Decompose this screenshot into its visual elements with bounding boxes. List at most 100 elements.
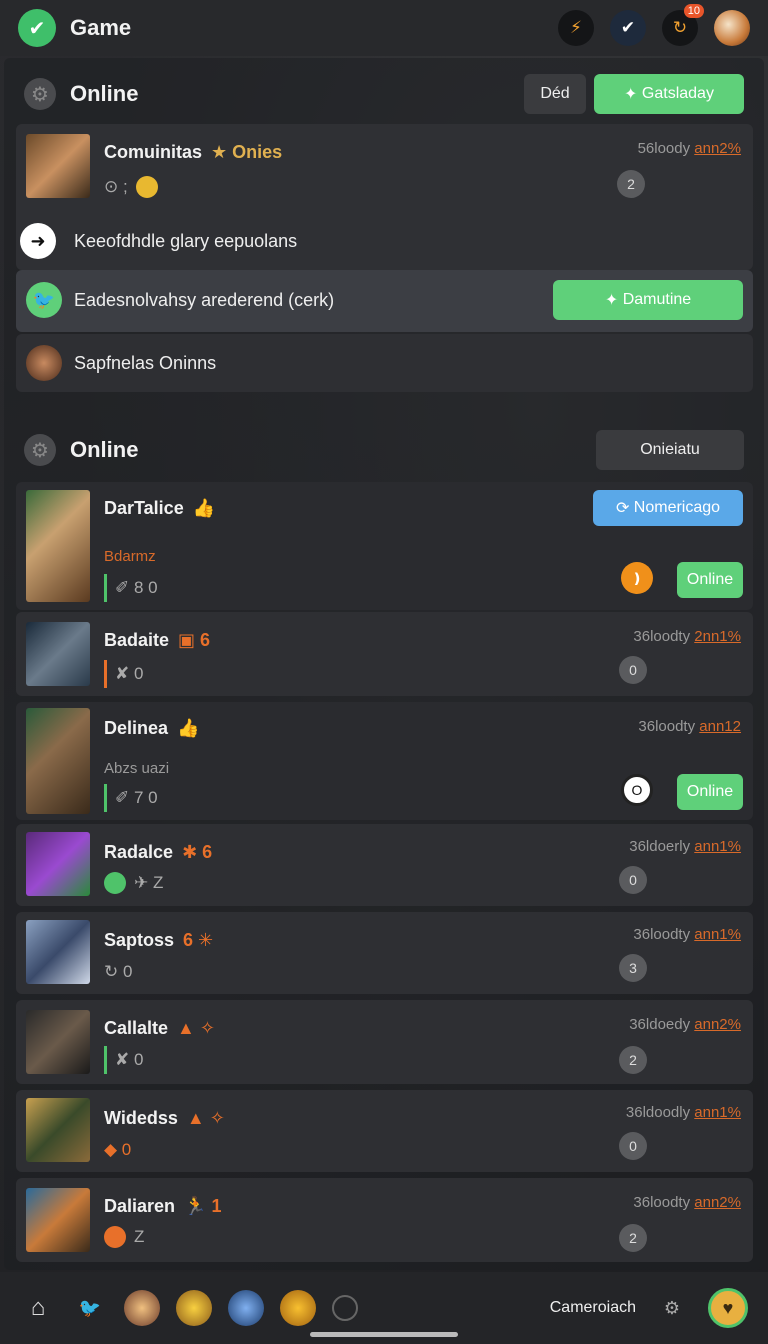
featured-status-link[interactable]: ann2% xyxy=(694,140,741,157)
avatar-1[interactable] xyxy=(124,1290,160,1326)
top-icons: ⚡ ✔ ↻ 10 xyxy=(558,4,750,46)
gear-icon[interactable]: ⚙ xyxy=(24,434,56,466)
player-card[interactable]: Widedss ▲ ✧ ◆ 0 36ldoodly ann1% 0 xyxy=(16,1090,753,1172)
player-name: Daliaren 🏃 1 xyxy=(104,1196,222,1217)
list-row[interactable]: Sapfnelas Oninns xyxy=(16,334,753,392)
player-card[interactable]: Saptoss 6 ✳ ↻ 0 36loodty ann1% 3 xyxy=(16,912,753,994)
home-icon[interactable]: ⌂ xyxy=(20,1290,56,1326)
bird-icon[interactable]: 🐦 xyxy=(72,1290,108,1326)
section-title: Online xyxy=(70,81,139,106)
player-card[interactable]: Delinea 👍 Abzs uazi ✐ 7 0 36loodty ann12… xyxy=(16,702,753,820)
player-thumbnail xyxy=(26,622,90,686)
featured-circle[interactable]: 2 xyxy=(617,170,645,198)
player-meta-text: ◆ 0 xyxy=(104,1140,132,1159)
section-title: Online xyxy=(70,437,139,462)
player-status-link[interactable]: ann2% xyxy=(694,1016,741,1033)
home-indicator xyxy=(310,1332,458,1337)
avatar-4[interactable] xyxy=(280,1290,316,1326)
online-button[interactable]: Online xyxy=(677,562,743,598)
player-status-text: 36ldoerly xyxy=(629,838,691,855)
player-card[interactable]: Callalte ▲ ✧ ✘ 0 36ldoedy ann2% 2 xyxy=(16,1000,753,1084)
player-circle[interactable]: 0 xyxy=(619,866,647,894)
player-status: 36loodty 2nn1% xyxy=(633,628,741,645)
player-subtitle: Abzs uazi xyxy=(104,760,170,777)
player-card[interactable]: Daliaren 🏃 1 Z 36loodty ann2% 2 xyxy=(16,1178,753,1262)
player-circle[interactable]: 2 xyxy=(619,1046,647,1074)
secondary-button[interactable]: Déd xyxy=(524,74,586,114)
refresh-icon: ⟳ xyxy=(615,500,634,517)
featured-meta: ⊙ ; xyxy=(104,176,158,198)
online-button[interactable]: Online xyxy=(677,774,743,810)
player-flair: 👍 xyxy=(177,718,200,738)
player-name-text: Delinea xyxy=(104,718,169,738)
gear-icon[interactable]: ⚙ xyxy=(24,78,56,110)
refresh-icon[interactable]: ↻ 10 xyxy=(662,4,704,46)
player-flair: 6 ✳ xyxy=(183,930,214,950)
orange-dot-icon xyxy=(104,1226,126,1248)
player-status-text: 36loodty xyxy=(638,718,696,735)
nomericago-button[interactable]: ⟳ Nomericago xyxy=(593,490,743,526)
avatar-3[interactable] xyxy=(228,1290,264,1326)
player-status: 36ldoedy ann2% xyxy=(629,1016,741,1033)
player-status-text: 36ldoodly xyxy=(625,1104,691,1121)
green-dot-icon xyxy=(104,872,126,894)
gear-icon[interactable]: ⚙ xyxy=(654,1290,690,1326)
player-status-link[interactable]: ann1% xyxy=(694,838,741,855)
player-name: DarTalice 👍 xyxy=(104,498,215,519)
featured-flair: ★ Onies xyxy=(211,142,283,162)
player-circle[interactable]: 3 xyxy=(619,954,647,982)
player-name: Saptoss 6 ✳ xyxy=(104,930,213,951)
player-name: Delinea 👍 xyxy=(104,718,199,739)
player-name-text: DarTalice xyxy=(104,498,184,518)
player-card[interactable]: Radalce ✱ 6 ✈ Z 36ldoerly ann1% 0 xyxy=(16,824,753,906)
player-name-text: Widedss xyxy=(104,1108,178,1128)
player-status-link[interactable]: ann1% xyxy=(694,1104,741,1121)
checkmark-icon[interactable]: ✔ xyxy=(610,10,646,46)
player-name: Badaite ▣ 6 xyxy=(104,630,210,651)
player-name-text: Badaite xyxy=(104,630,170,650)
player-meta-text: ✘ 0 xyxy=(115,664,144,683)
player-circle[interactable]: 0 xyxy=(619,656,647,684)
player-flair: 🏃 1 xyxy=(184,1196,222,1216)
featured-meta-counts: ⊙ ; xyxy=(104,177,128,196)
player-status-link[interactable]: ann2% xyxy=(694,1194,741,1211)
player-meta-text: ✘ 0 xyxy=(115,1050,144,1069)
lightning-icon[interactable]: ⚡ xyxy=(558,10,594,46)
player-flair: ▲ ✧ xyxy=(177,1018,215,1038)
player-circle[interactable]: 2 xyxy=(619,1224,647,1252)
player-status-link[interactable]: ann1% xyxy=(694,926,741,943)
player-flair: 👍 xyxy=(192,498,216,518)
player-name-text: Callalte xyxy=(104,1018,169,1038)
featured-status: 56loody ann2% xyxy=(638,140,741,157)
player-status: 36ldoerly ann1% xyxy=(629,838,741,855)
player-card[interactable]: Badaite ▣ 6 ✘ 0 36loodty 2nn1% 0 xyxy=(16,612,753,696)
circle-icon[interactable] xyxy=(332,1295,358,1321)
filter-button[interactable]: Onieiatu xyxy=(596,430,744,470)
player-circle[interactable]: 0 xyxy=(619,1132,647,1160)
bottom-label[interactable]: Cameroiach xyxy=(550,1299,636,1317)
player-status: 36ldoodly ann1% xyxy=(626,1104,741,1121)
nomericago-label: Nomericago xyxy=(633,499,721,516)
player-card[interactable]: DarTalice 👍 Bdarmz ✐ 8 0 ⟳ Nomericago ❫ … xyxy=(16,482,753,610)
section-actions: Déd ✦ Gatsladay xyxy=(524,74,744,114)
player-status-link[interactable]: 2nn1% xyxy=(694,628,741,645)
heart-icon[interactable]: ♥ xyxy=(708,1288,748,1328)
player-circle[interactable]: O xyxy=(621,774,653,806)
player-status-text: 36loodty xyxy=(633,628,691,645)
player-thumbnail xyxy=(26,1188,90,1252)
damutine-button[interactable]: ✦ Damutine xyxy=(553,280,743,320)
player-status-link[interactable]: ann12 xyxy=(699,718,741,735)
list-row[interactable]: ➜ Keeofdhdle glary eepuolans xyxy=(20,212,753,270)
player-circle[interactable]: ❫ xyxy=(621,562,653,594)
bird-icon: 🐦 xyxy=(26,282,62,318)
profile-avatar[interactable] xyxy=(714,10,750,46)
player-meta-text: ✐ 7 0 xyxy=(115,788,158,807)
app-logo-check-icon[interactable]: ✔ xyxy=(18,9,56,47)
player-status-text: 36loodty xyxy=(633,926,691,943)
highlight-row[interactable]: 🐦 Eadesnolvahsy arederend (cerk) ✦ Damut… xyxy=(16,270,753,332)
primary-action-button[interactable]: ✦ Gatsladay xyxy=(594,74,744,114)
status-bar xyxy=(104,784,107,812)
player-meta-text: ✐ 8 0 xyxy=(115,578,158,597)
avatar-2[interactable] xyxy=(176,1290,212,1326)
player-flair: ▣ 6 xyxy=(178,630,211,650)
